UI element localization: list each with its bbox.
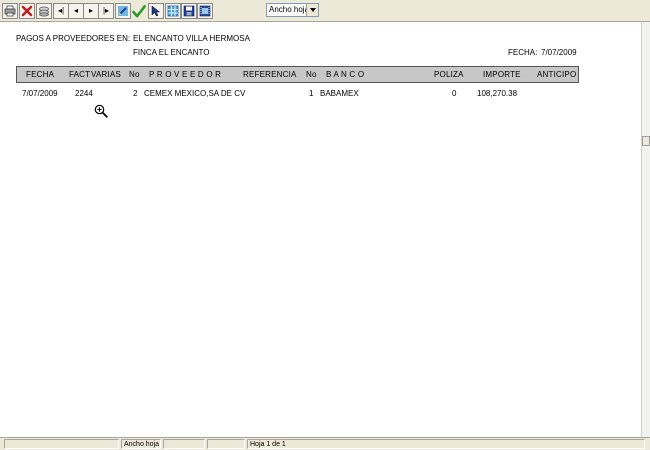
- film-icon: [199, 5, 211, 17]
- column-header-proveedor: P R O V E E D O R: [149, 70, 222, 79]
- print-button[interactable]: [2, 3, 18, 19]
- column-header-no-banco: No: [306, 70, 317, 79]
- last-page-icon: |▸: [102, 6, 110, 15]
- payments-label: PAGOS A PROVEEDORES EN:: [16, 34, 131, 43]
- row-banco: BABAMEX: [320, 89, 359, 98]
- green-check-icon: [132, 4, 146, 17]
- last-page-button[interactable]: |▸: [98, 3, 114, 19]
- row-poliza: 0: [452, 89, 457, 98]
- row-proveedor: CEMEX MEXICO,SA DE CV: [144, 89, 246, 98]
- row-no-banco: 1: [309, 89, 314, 98]
- row-fact: 2244: [75, 89, 93, 98]
- magnifier-cursor: [94, 104, 108, 118]
- close-button[interactable]: [19, 3, 35, 19]
- column-header-fecha: FECHA: [26, 70, 55, 79]
- status-panel-3: [163, 439, 205, 449]
- zoom-select[interactable]: Ancho hoja: [266, 3, 319, 17]
- column-header-anticipo: ANTICIPO: [537, 70, 577, 79]
- film-button[interactable]: [197, 3, 213, 19]
- row-fecha: 7/07/2009: [22, 89, 58, 98]
- column-header-no: No: [129, 70, 140, 79]
- zoom-in-icon: [94, 104, 108, 118]
- report-date: 7/07/2009: [541, 48, 577, 57]
- report-preview: PAGOS A PROVEEDORES EN: EL ENCANTO VILLA…: [0, 22, 641, 437]
- disk-stack-icon: [39, 6, 49, 17]
- red-x-icon: [21, 5, 33, 17]
- column-header-referencia: REFERENCIA: [243, 70, 297, 79]
- status-bar: Ancho hoja Hoja 1 de 1: [0, 437, 650, 450]
- column-header-fact: FACT: [69, 70, 91, 79]
- zoom-select-value: Ancho hoja: [269, 5, 310, 14]
- chevron-down-icon: [309, 8, 316, 12]
- zoom-dropdown-arrow[interactable]: [306, 4, 318, 16]
- row-importe: 108,270.38: [477, 89, 518, 98]
- scrollbar-thumb[interactable]: [642, 136, 650, 146]
- status-panel-1: [4, 439, 119, 449]
- first-page-icon: ◂|: [57, 6, 65, 15]
- column-header-poliza: POLIZA: [434, 70, 464, 79]
- edit-button[interactable]: [115, 3, 131, 19]
- company-name: EL ENCANTO VILLA HERMOSA: [133, 34, 250, 43]
- status-panel-page: Hoja 1 de 1: [247, 439, 645, 449]
- column-header-banco: B A N C O: [326, 70, 365, 79]
- date-label: FECHA:: [508, 48, 538, 57]
- report-toolbar: ◂| ◂ ▸ |▸ Ancho hoja: [0, 0, 650, 22]
- column-header-bar: FECHA FACT VARIAS No P R O V E E D O R R…: [16, 66, 579, 83]
- save-button[interactable]: [181, 3, 197, 19]
- pencil-icon: [118, 6, 128, 16]
- column-header-importe: IMPORTE: [483, 70, 521, 79]
- arrow-pointer-icon: [151, 5, 161, 17]
- next-page-button[interactable]: ▸: [83, 3, 99, 19]
- export-button[interactable]: [36, 3, 52, 19]
- status-panel-zoom: Ancho hoja: [121, 439, 161, 449]
- confirm-button[interactable]: [131, 3, 147, 19]
- farm-name: FINCA EL ENCANTO: [133, 48, 210, 57]
- next-page-icon: ▸: [88, 6, 93, 15]
- pointer-button[interactable]: [148, 3, 164, 19]
- floppy-icon: [183, 5, 195, 17]
- status-panel-4: [207, 439, 245, 449]
- printer-icon: [4, 5, 16, 17]
- grid-icon: [167, 5, 179, 17]
- column-header-varias: VARIAS: [91, 70, 121, 79]
- previous-page-button[interactable]: ◂: [68, 3, 84, 19]
- first-page-button[interactable]: ◂|: [53, 3, 69, 19]
- row-no: 2: [133, 89, 138, 98]
- previous-page-icon: ◂: [73, 6, 78, 15]
- grid-button[interactable]: [165, 3, 181, 19]
- vertical-scrollbar[interactable]: [641, 22, 650, 437]
